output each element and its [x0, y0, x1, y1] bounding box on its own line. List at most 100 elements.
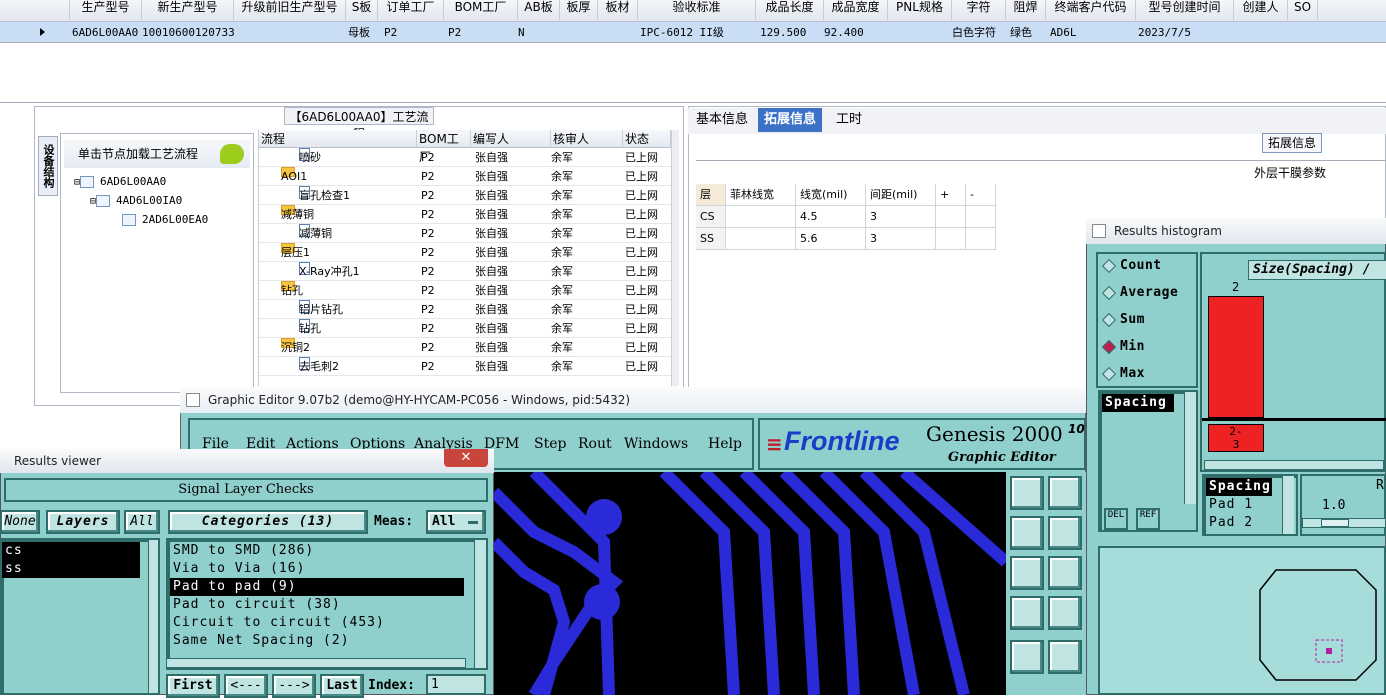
measure-icon[interactable]	[1010, 596, 1044, 630]
table-row[interactable]: 喷砂 P2 张自强 余军 已上网	[259, 148, 671, 167]
radio-count[interactable]: Count	[1100, 256, 1162, 276]
scrollbar[interactable]	[1184, 392, 1196, 504]
menu-windows[interactable]: Windows	[624, 436, 688, 452]
col-header[interactable]: 阻焊	[1006, 0, 1046, 22]
tab-extended-info[interactable]: 拓展信息	[758, 108, 823, 132]
col-header[interactable]: 型号创建时间	[1136, 0, 1234, 22]
col-header[interactable]: 状态	[623, 130, 671, 148]
cell[interactable]: 3	[866, 206, 936, 228]
ref-button[interactable]: REF	[1136, 508, 1160, 530]
table-row[interactable]: 6AD6L00AA0 10010600120733 母板 P2 P2 N IPC…	[0, 22, 1386, 43]
preview-canvas[interactable]	[1098, 546, 1386, 695]
menu-step[interactable]: Step	[534, 436, 566, 452]
cell[interactable]	[966, 228, 996, 250]
radio-max[interactable]: Max	[1100, 364, 1145, 384]
col-header[interactable]: 板厚	[560, 0, 598, 22]
cell[interactable]: 3	[866, 228, 936, 250]
pan-left-icon[interactable]	[1010, 516, 1044, 550]
scrollbar[interactable]	[148, 540, 158, 693]
col-header[interactable]: BOM工厂	[417, 130, 471, 164]
tree-node[interactable]: ⊟ 6AD6L00AA0	[74, 173, 166, 191]
col-header[interactable]: 成品长度	[756, 0, 824, 22]
zoom-area-icon[interactable]	[1048, 556, 1082, 590]
list-item[interactable]: SMD to SMD (286)	[170, 542, 464, 560]
col-header[interactable]: 新生产型号	[142, 0, 234, 22]
list-item[interactable]: Circuit to circuit (453)	[170, 614, 464, 632]
col-header[interactable]: S板	[346, 0, 378, 22]
col-header[interactable]: SO	[1288, 0, 1318, 22]
table-row[interactable]: AOI1 P2 张自强 余军 已上网	[259, 167, 671, 186]
draw-icon[interactable]	[1048, 640, 1082, 674]
measure-list[interactable]: Spacing DEL REF	[1098, 390, 1198, 532]
zoom-fit-icon[interactable]	[1010, 556, 1044, 590]
cell[interactable]	[936, 206, 966, 228]
list-item[interactable]: Pad to circuit (38)	[170, 596, 464, 614]
first-button[interactable]: First	[166, 674, 220, 698]
all-button[interactable]: All	[124, 510, 160, 534]
col-header[interactable]: 成品宽度	[824, 0, 888, 22]
list-item[interactable]: Pad to pad (9)	[170, 578, 464, 596]
col-header[interactable]: 升级前旧生产型号	[234, 0, 346, 22]
col-header[interactable]: 生产型号	[70, 0, 142, 22]
index-input[interactable]: 1	[426, 674, 486, 695]
cell[interactable]	[936, 228, 966, 250]
cell[interactable]: 4.5	[796, 206, 866, 228]
last-button[interactable]: Last	[320, 674, 364, 698]
scrollbar[interactable]	[1282, 476, 1294, 534]
list-item[interactable]: Spacing	[1102, 394, 1174, 412]
col-header[interactable]: 订单工厂	[378, 0, 444, 22]
zoom-up-icon[interactable]	[1010, 476, 1044, 510]
histogram-bar[interactable]	[1208, 296, 1264, 418]
radio-sum[interactable]: Sum	[1100, 310, 1145, 330]
pcb-canvas[interactable]	[494, 472, 1006, 695]
tab-work-hours[interactable]: 工时	[830, 108, 868, 132]
col-header[interactable]: 验收标准	[638, 0, 756, 22]
table-row[interactable]: 钻孔 P2 张自强 余军 已上网	[259, 281, 671, 300]
col-header[interactable]: 核审人	[551, 130, 623, 148]
list-item[interactable]: ss	[2, 560, 140, 578]
tab-basic-info[interactable]: 基本信息	[690, 108, 754, 132]
vertical-tab-structure[interactable]: 设备结构	[38, 136, 58, 196]
col-header[interactable]: 终端客户代码	[1046, 0, 1136, 22]
table-row[interactable]: X-Ray冲孔1 P2 张自强 余军 已上网	[259, 262, 671, 281]
col-header[interactable]: 创建人	[1234, 0, 1288, 22]
col-header[interactable]: AB板	[518, 0, 560, 22]
tree-node[interactable]: 2AD6L00EA0	[122, 211, 208, 229]
tree-node[interactable]: ⊟ 4AD6L00IA0	[90, 192, 182, 210]
col-header[interactable]: 板材	[598, 0, 638, 22]
table-row[interactable]: 盲孔检查1 P2 张自强 余军 已上网	[259, 186, 671, 205]
radio-min[interactable]: Min	[1100, 337, 1145, 357]
radio-average[interactable]: Average	[1100, 283, 1178, 303]
menu-rout[interactable]: Rout	[578, 436, 612, 452]
cell[interactable]	[726, 228, 796, 250]
table-row[interactable]: 层压1 P2 张自强 余军 已上网	[259, 243, 671, 262]
slider-thumb[interactable]	[1321, 519, 1349, 527]
none-button[interactable]: None	[0, 510, 40, 534]
remove-column-button[interactable]: -	[966, 184, 996, 206]
col-header[interactable]: PNL规格	[888, 0, 952, 22]
cell[interactable]: CS	[696, 206, 726, 228]
extended-info-button[interactable]: 拓展信息	[1262, 133, 1322, 153]
cell[interactable]	[726, 206, 796, 228]
col-header[interactable]: BOM工厂	[444, 0, 518, 22]
col-header[interactable]: 流程	[259, 130, 417, 148]
prev-button[interactable]: <---	[224, 674, 268, 698]
table-row[interactable]: 去毛刺2 P2 张自强 余军 已上网	[259, 357, 671, 376]
col-header[interactable]: 编写人	[471, 130, 551, 148]
list-item[interactable]: Same Net Spacing (2)	[170, 632, 464, 650]
table-row[interactable]: 钻孔 P2 张自强 余军 已上网	[259, 319, 671, 338]
slider-track[interactable]	[1302, 518, 1386, 528]
table-row[interactable]: 减薄铜 P2 张自强 余军 已上网	[259, 224, 671, 243]
categories-button[interactable]: Categories (13)	[168, 510, 368, 534]
cell[interactable]: 5.6	[796, 228, 866, 250]
add-column-button[interactable]: +	[936, 184, 966, 206]
list-item[interactable]: Via to Via (16)	[170, 560, 464, 578]
cell[interactable]	[966, 206, 996, 228]
categories-list[interactable]: SMD to SMD (286) Via to Via (16) Pad to pa…	[166, 538, 488, 670]
next-button[interactable]: --->	[272, 674, 316, 698]
snapshot-icon[interactable]	[1010, 640, 1044, 674]
layers-button[interactable]: Layers	[46, 510, 120, 534]
table-row[interactable]: 铝片钻孔 P2 张自强 余军 已上网	[259, 300, 671, 319]
close-icon[interactable]: ✕	[444, 449, 488, 467]
layers-list[interactable]: cs ss	[0, 538, 160, 695]
